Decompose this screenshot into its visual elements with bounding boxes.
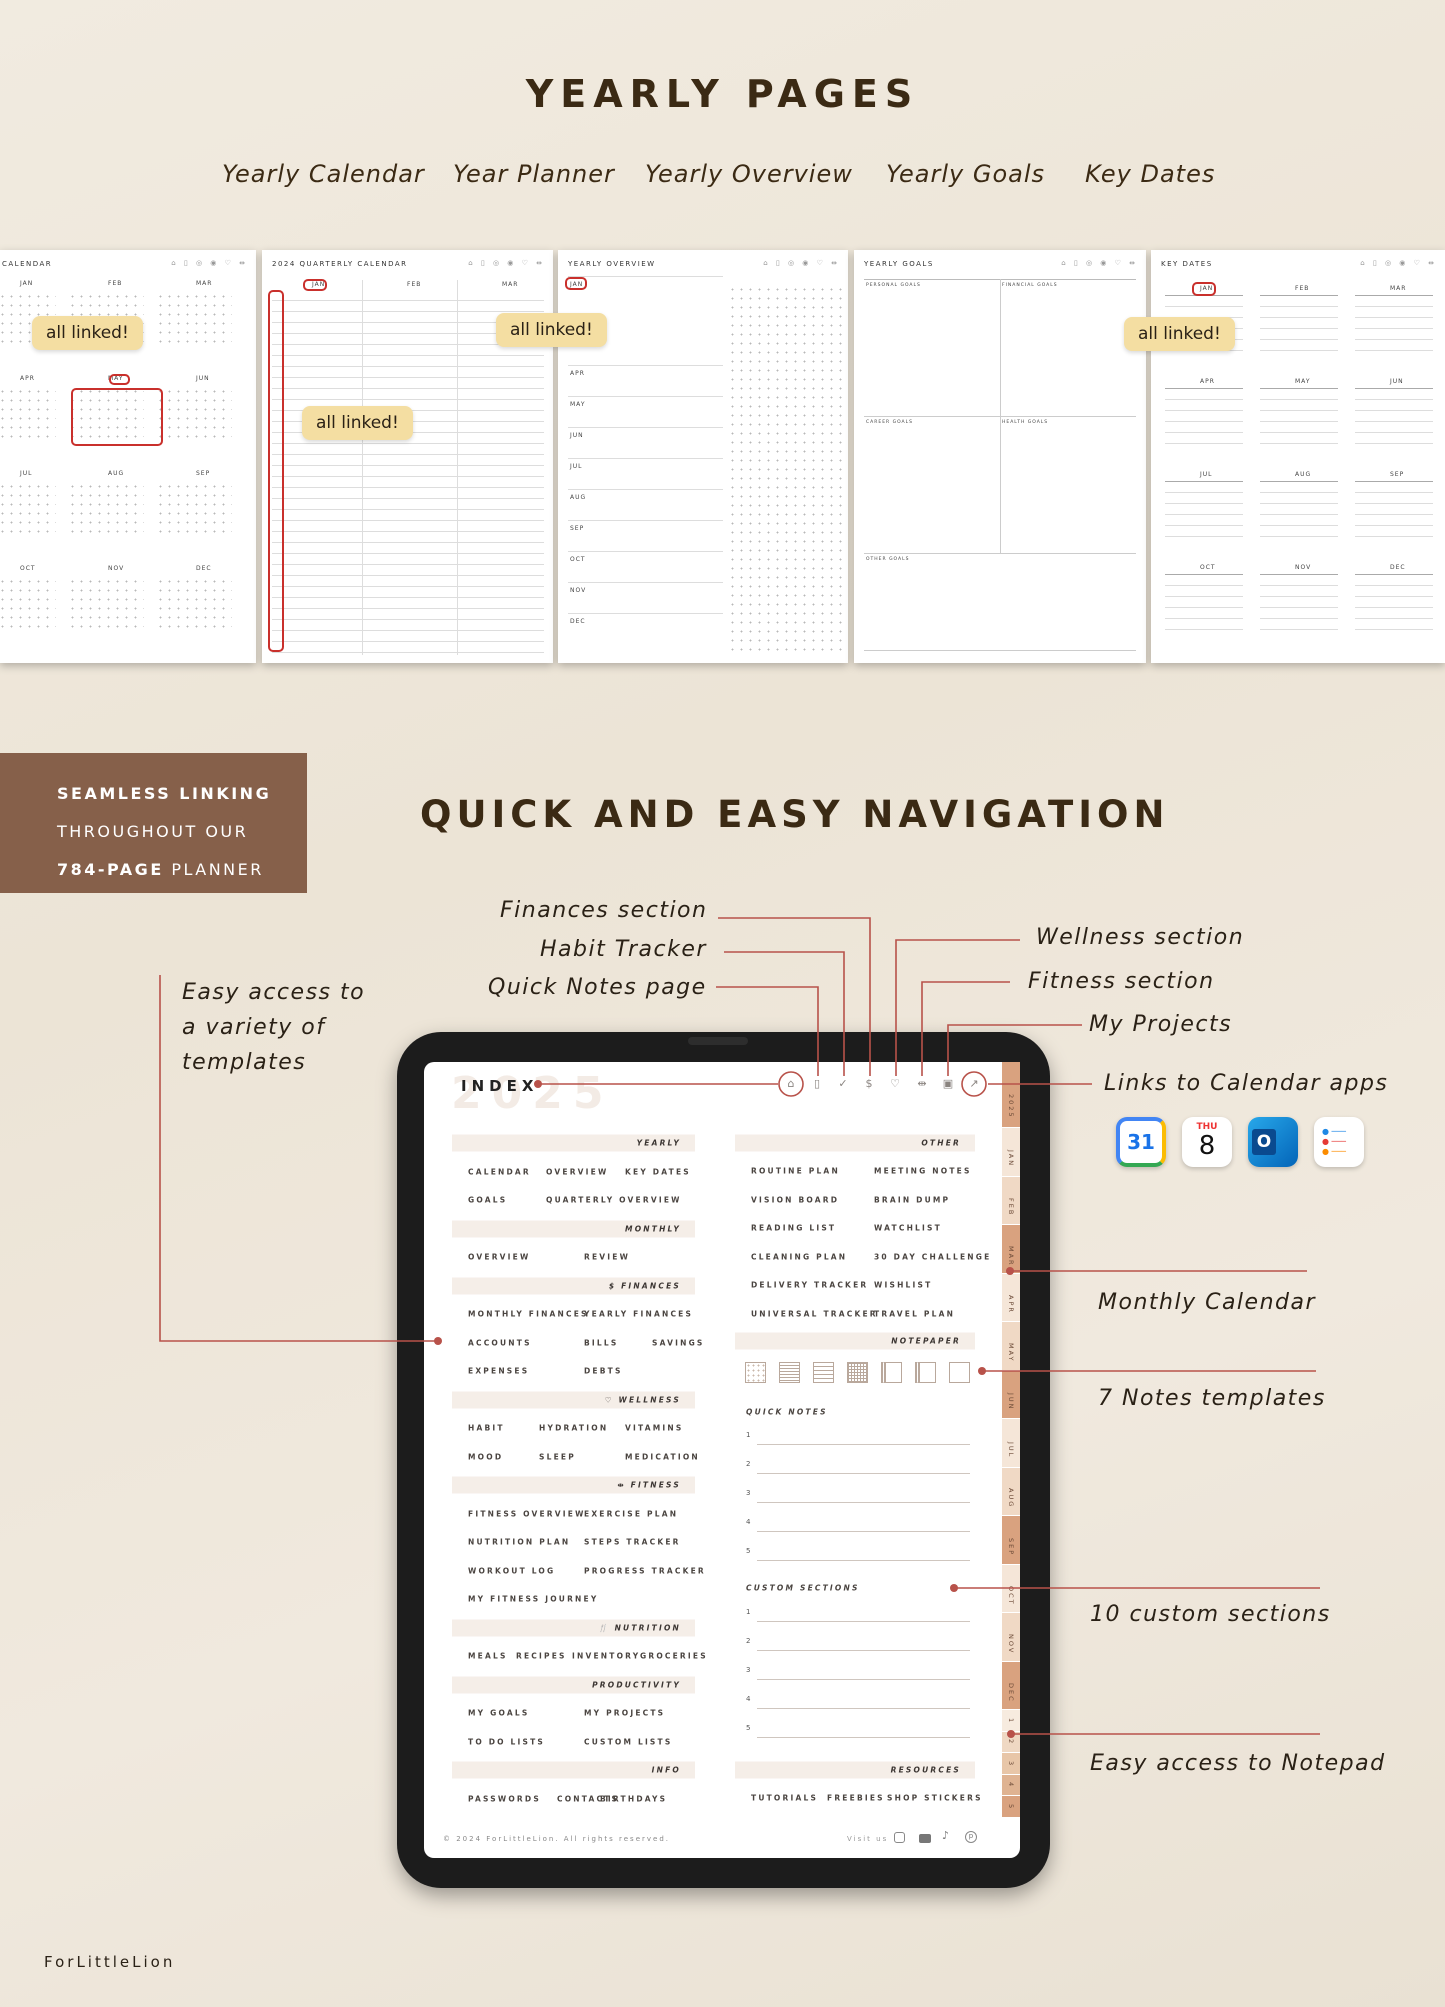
external-link-highlight-circle — [961, 1071, 987, 1097]
home-highlight-circle — [778, 1071, 804, 1097]
callout-dot — [434, 1337, 442, 1345]
brand-name: ForLittleLion — [44, 1953, 176, 1971]
callout-dot — [1007, 1730, 1015, 1738]
line-projects — [947, 1024, 1082, 1076]
line-wellness — [895, 939, 1020, 1076]
callout-dot — [1006, 1267, 1014, 1275]
callout-dot — [950, 1584, 958, 1592]
line-quick-notes — [716, 986, 819, 1076]
line-fitness — [921, 981, 1010, 1076]
callout-lines — [159, 917, 1320, 1738]
callout-dot — [978, 1367, 986, 1375]
line-templates — [159, 975, 438, 1342]
line-finances — [718, 917, 871, 1076]
callout-dot — [534, 1080, 542, 1088]
line-habit — [724, 951, 845, 1076]
